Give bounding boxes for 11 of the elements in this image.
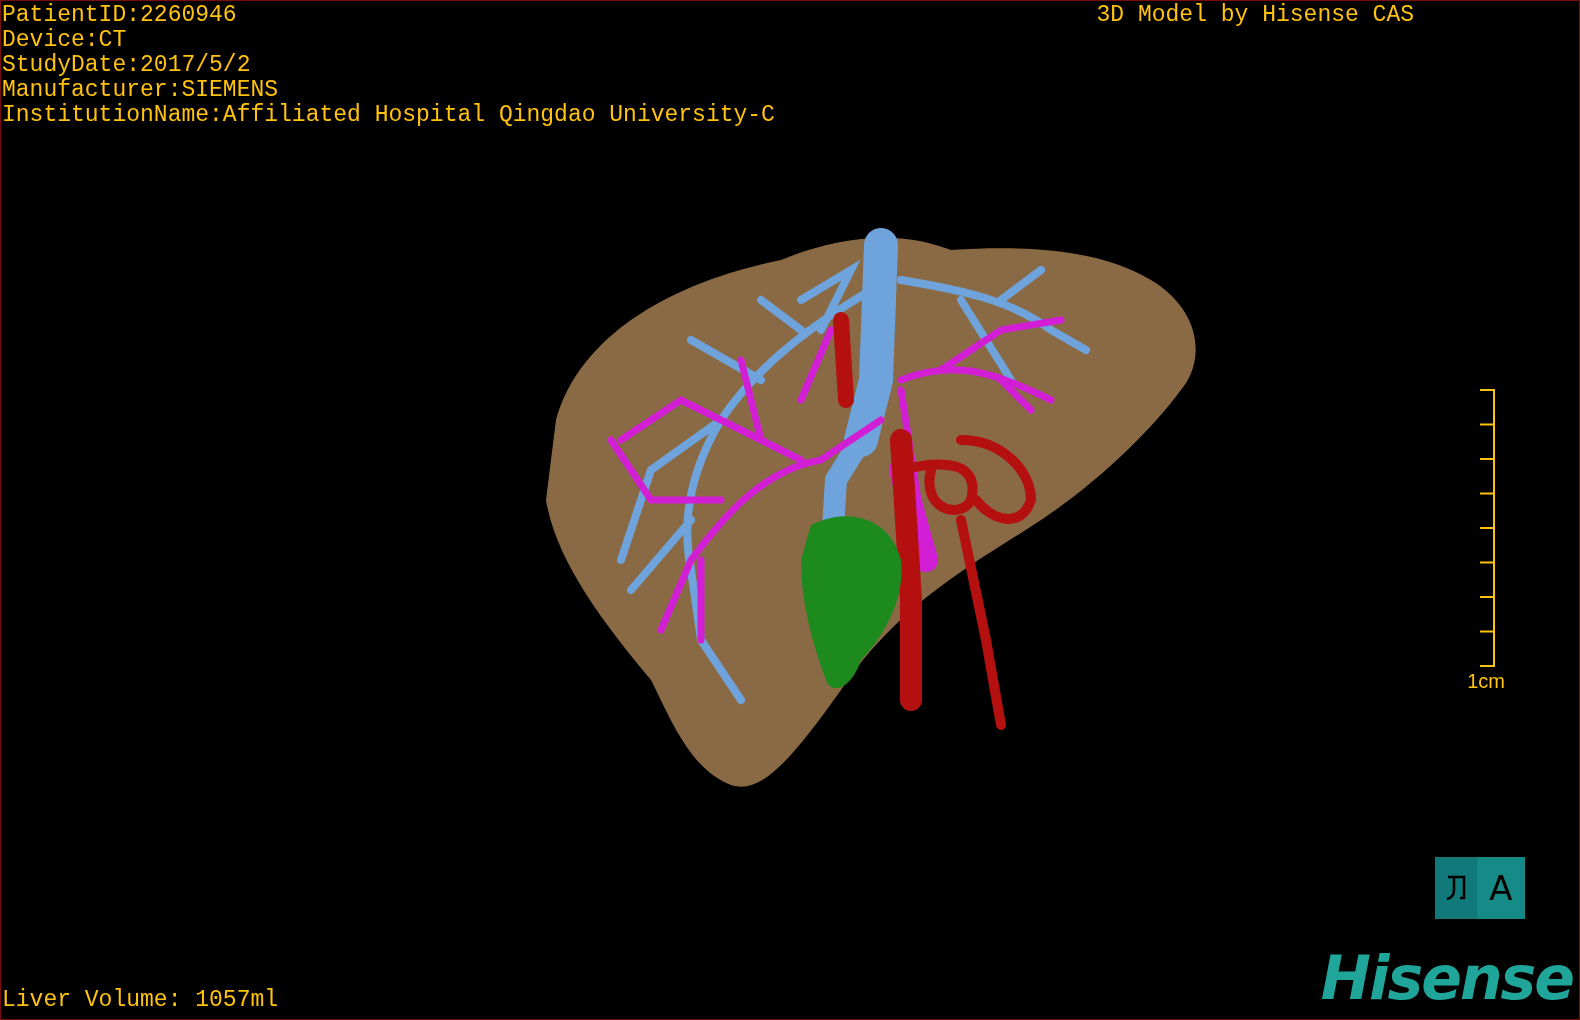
viewer-title: 3D Model by Hisense CAS xyxy=(1096,3,1414,30)
input-mode-button[interactable]: A xyxy=(1435,857,1525,919)
study-info-text: InstitutionName:Affiliated Hospital Qingdao University-C xyxy=(2,103,775,128)
brand-logo: Hisense xyxy=(1320,943,1574,1015)
kana-glyph-icon xyxy=(1445,874,1467,902)
scale-label: 1cm xyxy=(1467,670,1505,692)
study-info-text: Device:CT xyxy=(2,28,128,53)
study-info-text: PatientID:2260946 xyxy=(2,3,238,28)
liver-volume-text: Liver Volume: 1057ml xyxy=(1,988,279,1015)
study-info-text: Manufacturer:SIEMENS xyxy=(2,78,280,103)
study-info-text: StudyDate:2017/5/2 xyxy=(2,53,252,78)
